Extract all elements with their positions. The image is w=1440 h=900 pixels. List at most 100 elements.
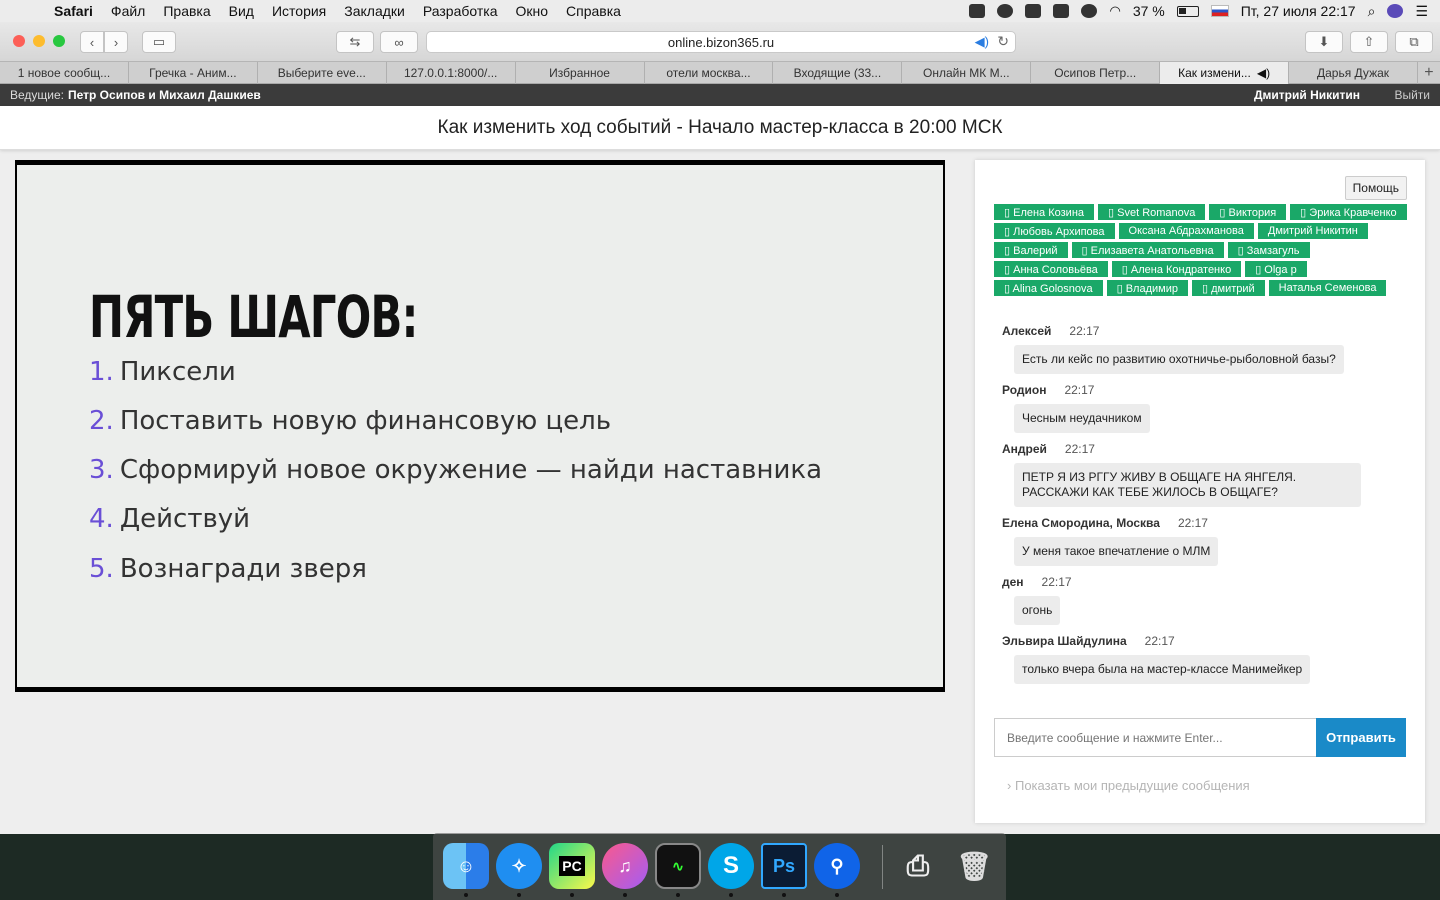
user-badge[interactable]: ▯ Замзагуль xyxy=(1227,242,1310,258)
message-text: только вчера была на мастер-классе Маним… xyxy=(1014,655,1311,684)
browser-tab[interactable]: 1 новое сообщ... xyxy=(0,62,129,84)
message-time: 22:17 xyxy=(1069,324,1100,338)
user-badge[interactable]: Оксана Абдрахманова xyxy=(1118,223,1254,239)
url-text: online.bizon365.ru xyxy=(667,34,775,50)
downloads-button[interactable]: ⬇ xyxy=(1305,31,1343,53)
notification-center-icon[interactable]: ☰ xyxy=(1415,3,1428,20)
message-text: Чесным неудачником xyxy=(1014,404,1150,433)
macos-menubar: Safari Файл Правка Вид История Закладки … xyxy=(0,0,1440,22)
browser-tab[interactable]: Выберите eve... xyxy=(258,62,387,84)
swap-extension-button[interactable]: ⇆ xyxy=(336,31,374,53)
maps-pin-icon[interactable]: ⚲ xyxy=(814,843,860,889)
chat-message-input[interactable] xyxy=(994,718,1316,757)
chat-message: Алексей 22:17 Есть ли кейс по развитию ох… xyxy=(1002,324,1402,374)
share-button[interactable]: ⇧ xyxy=(1350,31,1388,53)
menu-file[interactable]: Файл xyxy=(111,3,145,19)
wifi-icon[interactable]: ◠ xyxy=(1109,3,1120,19)
menu-bookmarks[interactable]: Закладки xyxy=(344,3,405,19)
user-badge[interactable]: ▯ Alina Golosnova xyxy=(994,280,1103,296)
menu-app-safari[interactable]: Safari xyxy=(54,3,93,19)
browser-tab-active[interactable]: Как измени... ◀) xyxy=(1160,62,1290,84)
video-player[interactable]: ПЯТЬ ШАГОВ: 1. Пиксели 2. Поставить новую … xyxy=(15,160,945,692)
browser-tab[interactable]: Избранное xyxy=(516,62,645,84)
back-button[interactable]: ‹ xyxy=(80,31,104,53)
user-badge[interactable]: Дмитрий Никитин xyxy=(1257,223,1368,239)
show-previous-messages-link[interactable]: › Показать мои предыдущие сообщения xyxy=(1007,778,1250,793)
slide-title: ПЯТЬ ШАГОВ: xyxy=(89,283,418,351)
slide-step: 3. Сформируй новое окружение — найди наст… xyxy=(89,455,822,485)
user-badge[interactable]: ▯ Svet Romanova xyxy=(1098,204,1206,220)
browser-tab[interactable]: Гречка - Аним... xyxy=(129,62,258,84)
online-users-list[interactable]: ▯ Елена Козина ▯ Svet Romanova ▯ Виктори… xyxy=(994,204,1410,302)
menu-develop[interactable]: Разработка xyxy=(423,3,498,19)
user-badge[interactable]: ▯ Алена Кондратенко xyxy=(1111,261,1242,277)
message-time: 22:17 xyxy=(1177,516,1208,530)
sync-status-icon[interactable] xyxy=(997,4,1014,18)
browser-tab[interactable]: 127.0.0.1:8000/... xyxy=(387,62,516,84)
cloud-status-icon[interactable] xyxy=(1025,4,1042,18)
browser-tab[interactable]: Осипов Петр... xyxy=(1031,62,1161,84)
user-badge[interactable]: ▯ Виктория xyxy=(1209,204,1287,220)
battery-percent[interactable]: 37 % xyxy=(1133,3,1165,19)
forward-button[interactable]: › xyxy=(104,31,128,53)
minimize-window-icon[interactable] xyxy=(33,35,45,47)
user-badge[interactable]: ▯ Эрика Кравченко xyxy=(1290,204,1407,220)
user-badge[interactable]: ▯ дмитрий xyxy=(1191,280,1265,296)
zoom-window-icon[interactable] xyxy=(53,35,65,47)
private-mode-button[interactable]: ∞ xyxy=(380,31,418,53)
safari-icon[interactable]: ✧ xyxy=(496,843,542,889)
activity-monitor-icon[interactable]: ∿ xyxy=(655,843,701,889)
user-badge[interactable]: ▯ Владимир xyxy=(1106,280,1188,296)
skype-icon[interactable]: S xyxy=(708,843,754,889)
browser-tab[interactable]: Дарья Дужак xyxy=(1289,62,1418,84)
send-button[interactable]: Отправить xyxy=(1316,718,1406,757)
spotlight-search-icon[interactable]: ⌕ xyxy=(1368,3,1376,20)
slide-step: 1. Пиксели xyxy=(89,357,236,387)
host-bar: Ведущие: Петр Осипов и Михаил Дашкиев Дм… xyxy=(0,84,1440,106)
user-badge[interactable]: ▯ Olga p xyxy=(1245,261,1307,277)
finder-icon[interactable]: ☺ xyxy=(443,843,489,889)
printer-icon[interactable]: ⎙ xyxy=(895,843,941,889)
user-badge[interactable]: ▯ Анна Соловьёва xyxy=(994,261,1108,277)
chat-panel: Помощь ▯ Елена Козина ▯ Svet Romanova ▯ … xyxy=(975,160,1425,823)
menu-edit[interactable]: Правка xyxy=(163,3,210,19)
reload-icon[interactable]: ↻ xyxy=(997,33,1009,50)
tab-audio-icon[interactable]: ◀) xyxy=(1257,66,1270,80)
user-badge[interactable]: ▯ Любовь Архипова xyxy=(994,223,1115,239)
help-button[interactable]: Помощь xyxy=(1344,176,1407,200)
sidebar-toggle-button[interactable]: ▭ xyxy=(142,31,176,53)
new-tab-button[interactable]: + xyxy=(1418,62,1440,83)
itunes-icon[interactable]: ♫ xyxy=(602,843,648,889)
user-badge[interactable]: ▯ Елена Козина xyxy=(994,204,1095,220)
siri-icon[interactable] xyxy=(1387,4,1404,18)
battery-icon[interactable] xyxy=(1176,5,1199,17)
audio-playing-icon[interactable]: ◀) xyxy=(975,34,989,50)
user-badge[interactable]: ▯ Валерий xyxy=(994,242,1068,258)
browser-tab[interactable]: отели москва... xyxy=(645,62,774,84)
browser-tab[interactable]: Онлайн МК М... xyxy=(902,62,1032,84)
menu-window[interactable]: Окно xyxy=(515,3,548,19)
address-bar[interactable]: online.bizon365.ru ◀) ↻ xyxy=(426,31,1016,53)
chevron-right-icon: › xyxy=(1007,778,1012,793)
menu-view[interactable]: Вид xyxy=(229,3,254,19)
evernote-status-icon[interactable] xyxy=(969,4,986,18)
trash-icon[interactable]: 🗑 xyxy=(951,843,997,889)
user-badge[interactable]: Наталья Семенова xyxy=(1268,280,1387,296)
skype-status-icon[interactable] xyxy=(1081,4,1098,18)
menu-help[interactable]: Справка xyxy=(566,3,621,19)
current-user-name[interactable]: Дмитрий Никитин xyxy=(1254,88,1360,102)
menu-history[interactable]: История xyxy=(272,3,326,19)
pycharm-icon[interactable]: PC xyxy=(549,843,595,889)
logout-link[interactable]: Выйти xyxy=(1394,88,1430,102)
photoshop-icon[interactable]: Ps xyxy=(761,843,807,889)
message-author: ден xyxy=(1002,575,1024,589)
webinar-page: Как изменить ход событий - Начало мастер… xyxy=(0,106,1440,834)
browser-tab[interactable]: Входящие (33... xyxy=(773,62,903,84)
close-window-icon[interactable] xyxy=(13,35,25,47)
drive-status-icon[interactable] xyxy=(1053,4,1070,18)
user-badge[interactable]: ▯ Елизавета Анатольевна xyxy=(1071,242,1224,258)
show-tabs-button[interactable]: ⧉ xyxy=(1395,31,1433,53)
chat-message: ден 22:17 огонь xyxy=(1002,575,1402,625)
input-language-flag-icon[interactable] xyxy=(1210,5,1229,17)
menubar-clock[interactable]: Пт, 27 июля 22:17 xyxy=(1241,3,1356,19)
